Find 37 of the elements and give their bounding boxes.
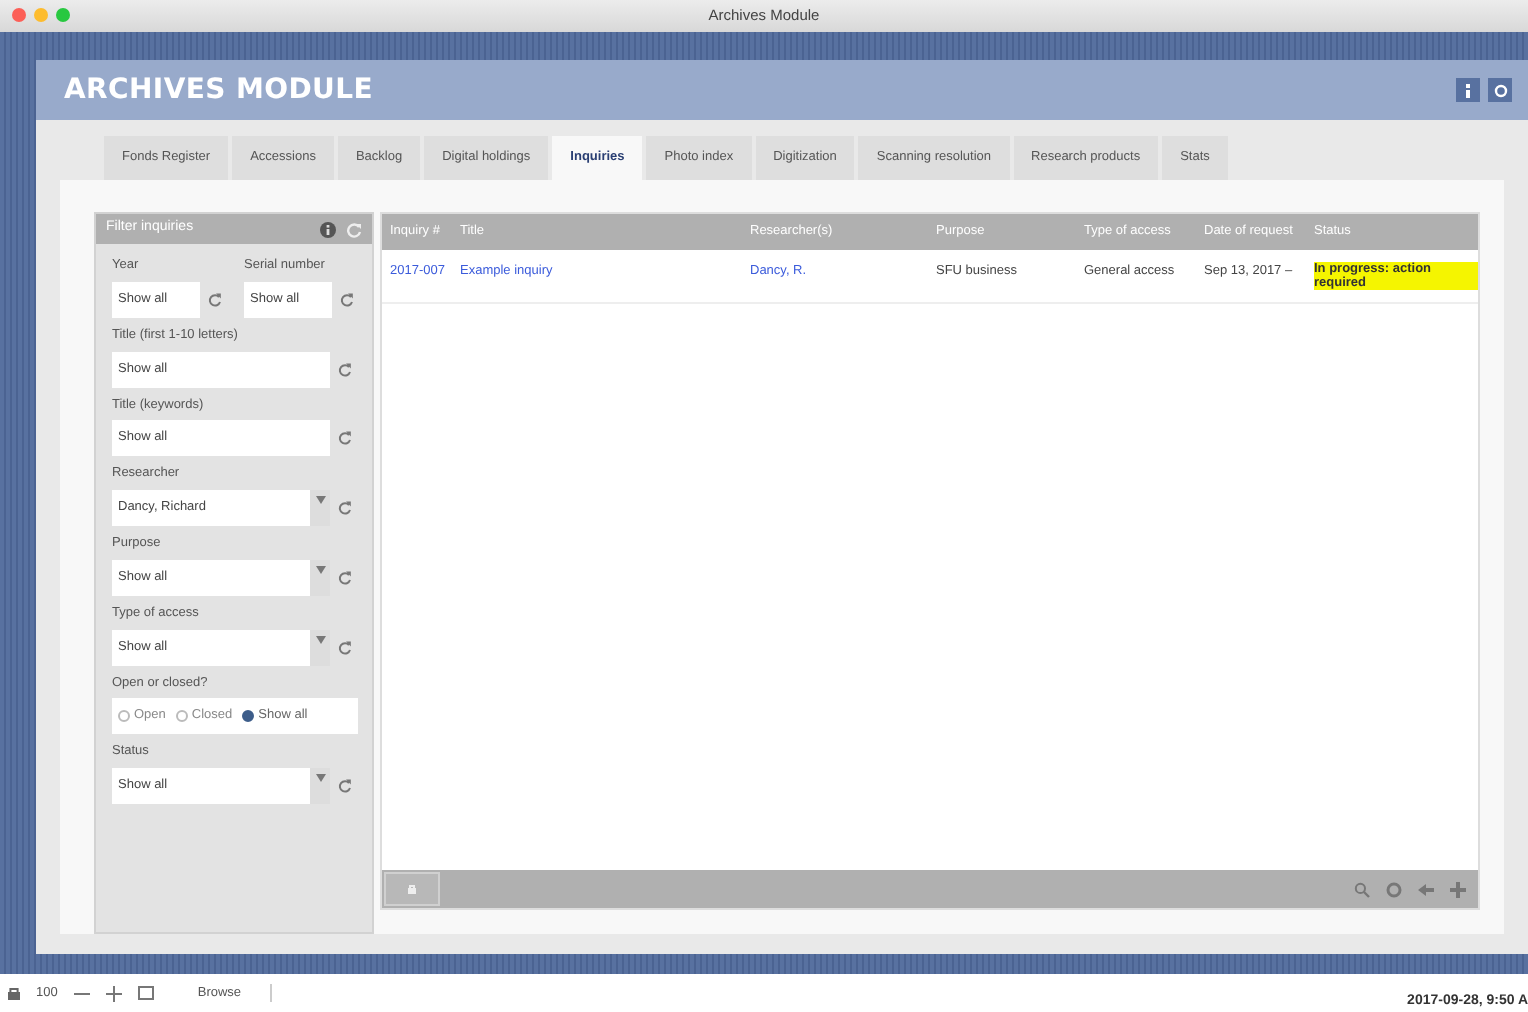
module-title: ARCHIVES MODULE: [64, 73, 373, 107]
settings-button[interactable]: [1386, 881, 1402, 897]
radio-button[interactable]: [175, 710, 188, 723]
plus-icon: [1450, 881, 1466, 897]
radio-button[interactable]: [242, 710, 255, 723]
radio-button[interactable]: [118, 710, 130, 723]
refresh-icon: [337, 778, 351, 794]
refresh-icon: [337, 361, 351, 377]
refresh-icon: [337, 500, 351, 516]
dropdown-arrow-icon[interactable]: [315, 565, 325, 574]
add-button[interactable]: [1450, 881, 1466, 897]
refresh-icon: [207, 291, 221, 308]
settings-icon: [1386, 881, 1402, 897]
back-button[interactable]: [1418, 881, 1434, 897]
close-button[interactable]: [12, 8, 26, 22]
search-button[interactable]: [1354, 881, 1370, 897]
refresh-icon: [339, 291, 353, 308]
panel-icon[interactable]: [137, 986, 154, 1000]
info-icon[interactable]: [320, 221, 336, 237]
info-icon: [1462, 83, 1474, 97]
dropdown-arrow-icon[interactable]: [315, 496, 325, 504]
dropdown-arrow-icon[interactable]: [315, 774, 325, 782]
dropdown-arrow-icon[interactable]: [315, 635, 325, 643]
lock-icon: [408, 884, 416, 894]
refresh-icon: [337, 639, 351, 655]
left-arrow-icon: [1418, 881, 1434, 897]
plus-icon[interactable]: [105, 985, 122, 1001]
minus-icon[interactable]: [73, 987, 90, 999]
lock-icon[interactable]: [8, 986, 20, 1000]
settings-icon: [1493, 83, 1507, 97]
zoom-button[interactable]: [56, 8, 70, 22]
refresh-icon: [337, 430, 351, 447]
refresh-icon[interactable]: [346, 221, 362, 237]
info-button[interactable]: [1456, 78, 1480, 102]
search-icon: [1354, 881, 1370, 897]
refresh-icon: [337, 569, 351, 586]
settings-button[interactable]: [1488, 78, 1512, 102]
